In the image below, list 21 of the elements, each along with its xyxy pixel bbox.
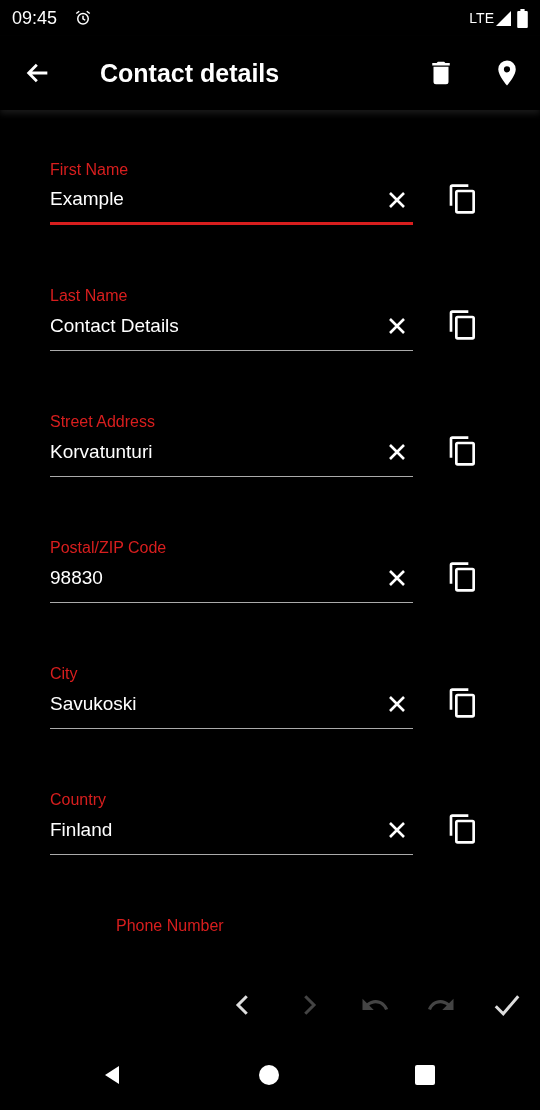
field-label: First Name — [50, 161, 130, 179]
text-field[interactable]: Finland — [50, 809, 413, 855]
screen-title: Contact details — [100, 58, 281, 88]
battery-icon — [517, 8, 528, 28]
signal-icon — [496, 10, 511, 26]
field-label: Phone Number — [116, 917, 224, 934]
field-label: Last Name — [50, 287, 129, 305]
field-label: Postal/ZIP Code — [50, 539, 168, 557]
alarm-icon — [74, 9, 93, 27]
field-label: Country — [50, 791, 108, 809]
clock-time: 09:45 — [12, 7, 58, 29]
field-label: Street Address — [50, 413, 156, 431]
text-field[interactable]: Korvatunturi — [50, 431, 413, 477]
text-field[interactable]: Contact Details — [50, 305, 413, 351]
network-type: LTE — [469, 10, 494, 26]
text-field[interactable]: Example — [50, 179, 413, 225]
recents-square-icon[interactable] — [413, 1063, 437, 1087]
text-field[interactable]: 98830 — [50, 557, 413, 603]
field-label: City — [50, 665, 79, 683]
home-circle-icon[interactable] — [257, 1063, 281, 1087]
text-field[interactable]: Savukoski — [50, 683, 413, 729]
